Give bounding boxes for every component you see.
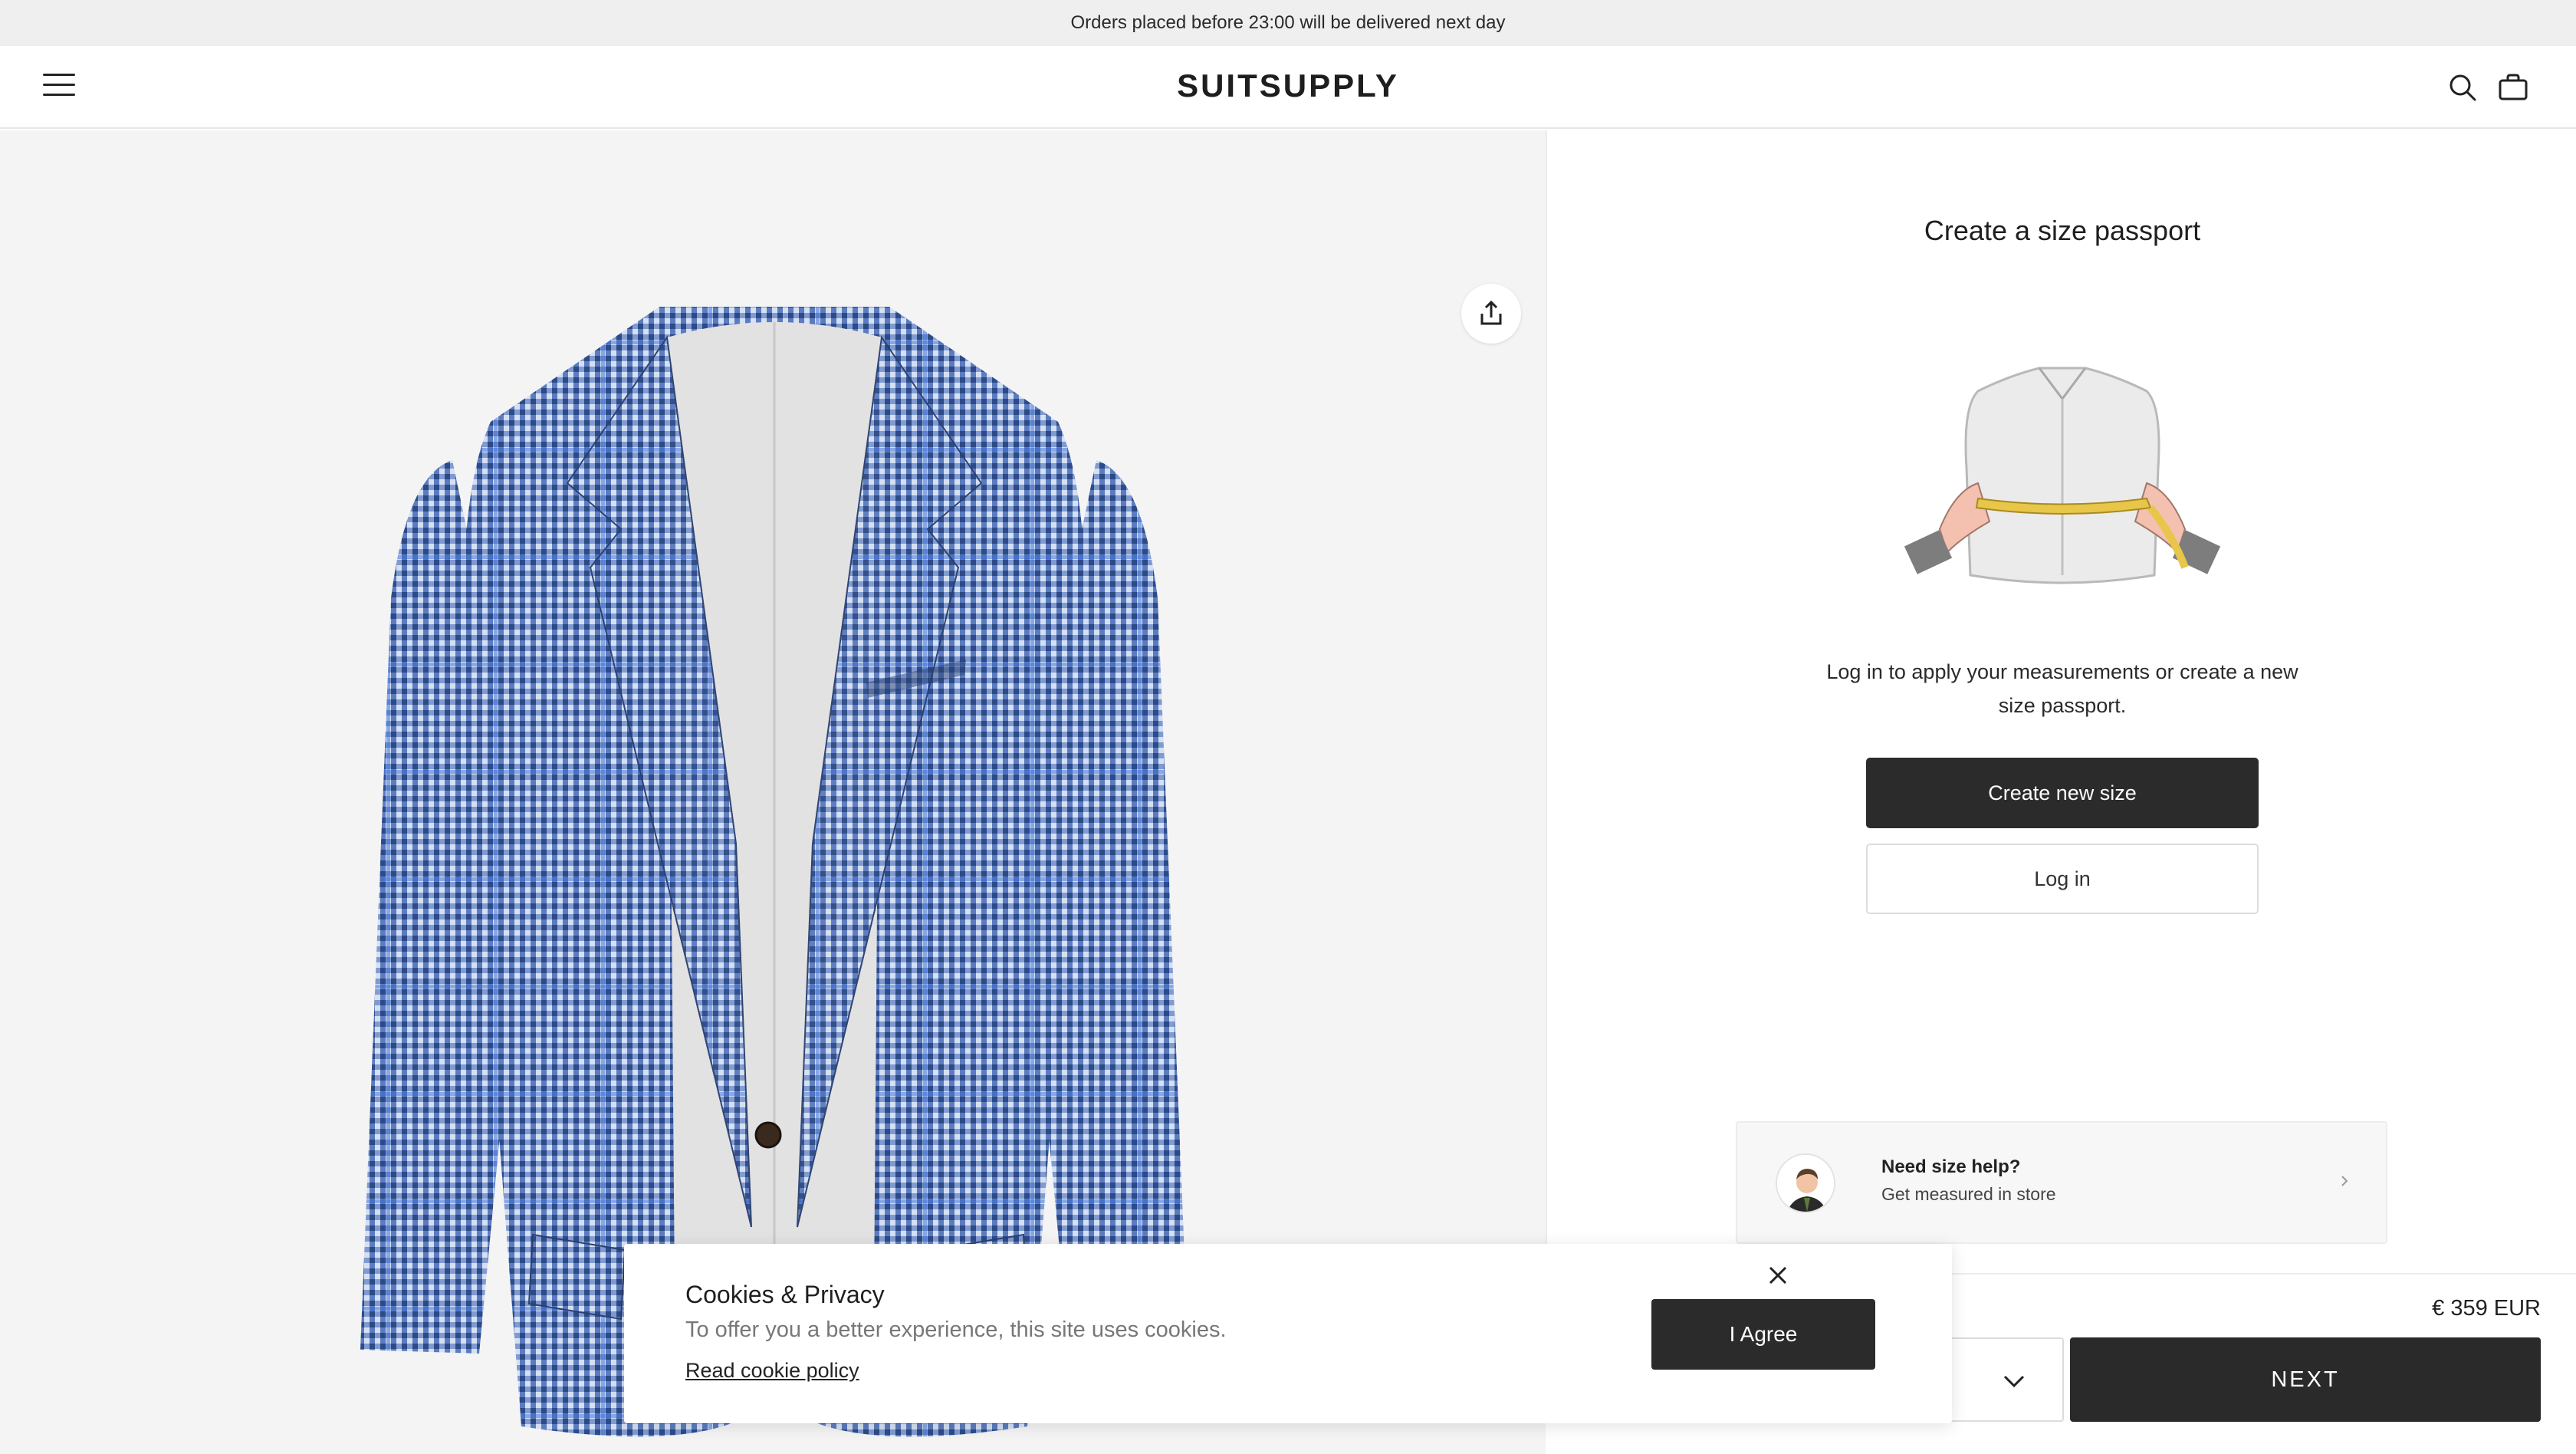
promo-text: Orders placed before 23:00 will be deliv… (1070, 12, 1506, 33)
stylist-avatar (1776, 1153, 1835, 1213)
next-button[interactable]: NEXT (2070, 1337, 2541, 1422)
login-button[interactable]: Log in (1866, 844, 2259, 914)
search-icon[interactable] (2446, 71, 2479, 104)
price-label: € 359 EUR (2432, 1296, 2541, 1321)
size-help-title: Need size help? (1881, 1156, 2021, 1177)
bag-icon[interactable] (2496, 71, 2530, 104)
site-logo[interactable]: SUITSUPPLY (0, 67, 2576, 104)
size-passport-title: Create a size passport (1924, 215, 2201, 246)
share-button[interactable] (1461, 284, 1521, 344)
close-icon[interactable] (1766, 1264, 1789, 1287)
cookie-title: Cookies & Privacy (685, 1281, 885, 1308)
chevron-down-icon (2003, 1375, 2025, 1388)
promo-banner: Orders placed before 23:00 will be deliv… (0, 0, 2576, 46)
size-help-card[interactable]: Need size help? Get measured in store (1736, 1121, 2387, 1244)
size-help-subtitle: Get measured in store (1881, 1184, 2056, 1204)
create-new-size-button[interactable]: Create new size (1866, 758, 2259, 828)
cookie-banner: Cookies & Privacy To offer you a better … (624, 1244, 1952, 1423)
site-header: SUITSUPPLY (0, 46, 2576, 129)
size-passport-description: Log in to apply your measurements or cre… (1826, 660, 2298, 717)
cookie-policy-link[interactable]: Read cookie policy (685, 1359, 859, 1383)
share-icon (1480, 300, 1502, 325)
agree-button[interactable]: I Agree (1651, 1299, 1875, 1370)
chevron-right-icon (2341, 1176, 2348, 1186)
measuring-tape-illustration (1904, 367, 2221, 584)
cookie-text: To offer you a better experience, this s… (685, 1317, 1227, 1342)
